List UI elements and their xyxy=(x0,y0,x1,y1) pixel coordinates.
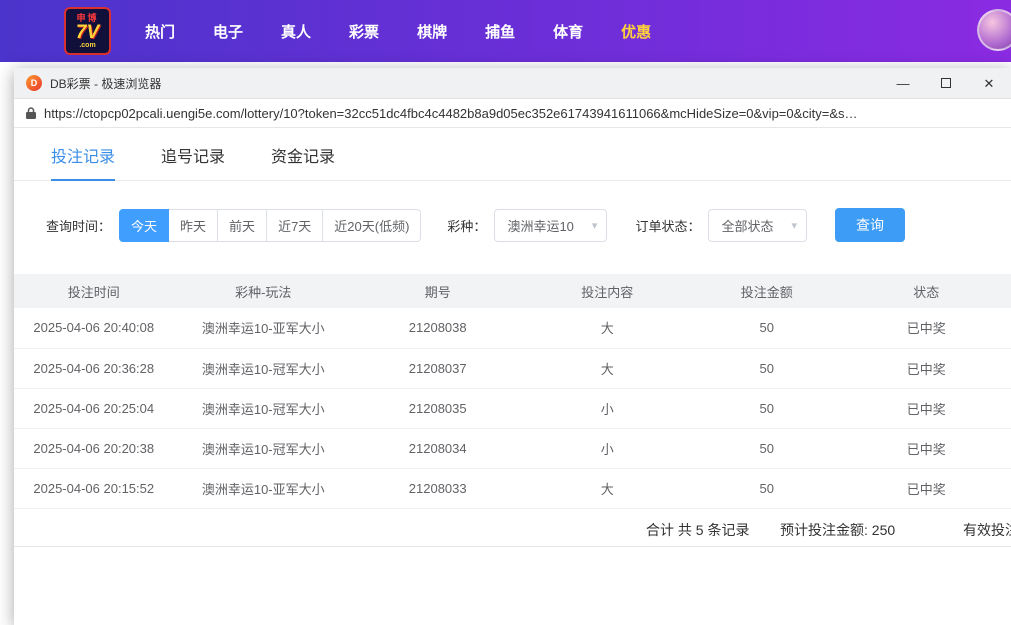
order-status-select[interactable]: 全部状态 ▾ xyxy=(708,209,807,242)
table-header-row: 投注时间 彩种-玩法 期号 投注内容 投注金额 状态 xyxy=(14,274,1011,308)
maximize-icon xyxy=(941,78,951,88)
cell-lottery-play: 澳洲幸运10-冠军大小 xyxy=(174,388,353,428)
time-filter-label: 查询时间： xyxy=(46,216,111,235)
col-header-bet-content: 投注内容 xyxy=(522,274,691,308)
nav-item-slots[interactable]: 电子 xyxy=(213,21,243,42)
status-badge: 已中奖 xyxy=(841,468,1011,508)
tab-fund-records[interactable]: 资金记录 xyxy=(271,143,335,180)
time-filter-day-before[interactable]: 前天 xyxy=(218,209,267,242)
logo-text-bottom: .com xyxy=(79,42,95,49)
table-row: 2025-04-06 20:25:04 澳洲幸运10-冠军大小 21208035… xyxy=(14,388,1011,428)
record-tabs: 投注记录 追号记录 资金记录 xyxy=(14,128,1011,181)
minimize-button[interactable]: — xyxy=(895,75,911,91)
table-row: 2025-04-06 20:20:38 澳洲幸运10-冠军大小 21208034… xyxy=(14,428,1011,468)
window-titlebar: D DB彩票 - 极速浏览器 — ✕ xyxy=(14,68,1011,99)
summary-valid-amount: 有效投注金额 xyxy=(963,520,1011,540)
cell-bet-content: 小 xyxy=(522,428,691,468)
nav-item-promotions[interactable]: 优惠 xyxy=(621,21,651,42)
window-controls: — ✕ xyxy=(895,75,997,91)
status-badge: 已中奖 xyxy=(841,348,1011,388)
col-header-status: 状态 xyxy=(841,274,1011,308)
lottery-select[interactable]: 澳洲幸运10 ▾ xyxy=(494,209,607,242)
cell-bet-time: 2025-04-06 20:25:04 xyxy=(14,388,174,428)
col-header-issue: 期号 xyxy=(353,274,522,308)
cell-bet-content: 大 xyxy=(522,308,691,348)
cell-bet-amount: 50 xyxy=(692,468,842,508)
nav-item-live[interactable]: 真人 xyxy=(281,21,311,42)
col-header-lottery-play: 彩种-玩法 xyxy=(174,274,353,308)
table-row: 2025-04-06 20:15:52 澳洲幸运10-亚军大小 21208033… xyxy=(14,468,1011,508)
cell-bet-amount: 50 xyxy=(692,388,842,428)
cell-issue: 21208034 xyxy=(353,428,522,468)
col-header-bet-amount: 投注金额 xyxy=(692,274,842,308)
time-filter-last20days[interactable]: 近20天(低频) xyxy=(323,209,421,242)
filter-bar: 查询时间： 今天 昨天 前天 近7天 近20天(低频) 彩种： 澳洲幸运10 ▾… xyxy=(46,208,1011,242)
cell-bet-time: 2025-04-06 20:20:38 xyxy=(14,428,174,468)
lock-icon xyxy=(25,106,37,120)
cell-lottery-play: 澳洲幸运10-冠军大小 xyxy=(174,428,353,468)
cell-bet-content: 大 xyxy=(522,348,691,388)
cell-issue: 21208037 xyxy=(353,348,522,388)
status-badge: 已中奖 xyxy=(841,308,1011,348)
cell-lottery-play: 澳洲幸运10-冠军大小 xyxy=(174,348,353,388)
nav-item-lottery[interactable]: 彩票 xyxy=(349,21,379,42)
main-nav: 热门 电子 真人 彩票 棋牌 捕鱼 体育 优惠 xyxy=(145,21,651,42)
lottery-select-value: 澳洲幸运10 xyxy=(507,216,573,235)
window-title: DB彩票 - 极速浏览器 xyxy=(50,75,895,92)
time-filter-yesterday[interactable]: 昨天 xyxy=(169,209,218,242)
status-badge: 已中奖 xyxy=(841,388,1011,428)
cell-bet-content: 小 xyxy=(522,388,691,428)
close-button[interactable]: ✕ xyxy=(981,75,997,91)
cell-bet-time: 2025-04-06 20:15:52 xyxy=(14,468,174,508)
status-badge: 已中奖 xyxy=(841,428,1011,468)
tab-chase-records[interactable]: 追号记录 xyxy=(161,143,225,180)
address-bar[interactable]: https://ctopcp02pcali.uengi5e.com/lotter… xyxy=(14,99,1011,128)
table-row: 2025-04-06 20:36:28 澳洲幸运10-冠军大小 21208037… xyxy=(14,348,1011,388)
summary-bar: 合计 共 5 条记录 预计投注金额: 250 有效投注金额 xyxy=(14,509,1011,547)
cell-issue: 21208035 xyxy=(353,388,522,428)
query-button[interactable]: 查询 xyxy=(835,208,905,242)
time-filter-last7days[interactable]: 近7天 xyxy=(267,209,323,242)
cell-bet-amount: 50 xyxy=(692,348,842,388)
cell-bet-amount: 50 xyxy=(692,308,842,348)
nav-item-board-games[interactable]: 棋牌 xyxy=(417,21,447,42)
time-filter-group: 今天 昨天 前天 近7天 近20天(低频) xyxy=(119,209,421,242)
cell-bet-time: 2025-04-06 20:36:28 xyxy=(14,348,174,388)
maximize-button[interactable] xyxy=(938,75,954,91)
url-text: https://ctopcp02pcali.uengi5e.com/lotter… xyxy=(44,106,858,121)
nav-item-sports[interactable]: 体育 xyxy=(553,21,583,42)
chevron-down-icon: ▾ xyxy=(592,219,598,232)
cell-bet-time: 2025-04-06 20:40:08 xyxy=(14,308,174,348)
cell-issue: 21208038 xyxy=(353,308,522,348)
chevron-down-icon: ▾ xyxy=(791,219,797,232)
cell-bet-amount: 50 xyxy=(692,428,842,468)
tab-bet-records[interactable]: 投注记录 xyxy=(51,143,115,181)
cell-lottery-play: 澳洲幸运10-亚军大小 xyxy=(174,308,353,348)
logo-text-main: 7V xyxy=(76,23,99,42)
avatar[interactable] xyxy=(977,9,1011,51)
browser-window: D DB彩票 - 极速浏览器 — ✕ https://ctopcp02pcali… xyxy=(14,68,1011,625)
summary-total-records: 合计 共 5 条记录 xyxy=(646,520,749,540)
cell-bet-content: 大 xyxy=(522,468,691,508)
time-filter-today[interactable]: 今天 xyxy=(119,209,169,242)
site-header: 申博 7V .com 热门 电子 真人 彩票 棋牌 捕鱼 体育 优惠 xyxy=(0,0,1011,62)
favicon-icon: D xyxy=(26,75,42,91)
cell-issue: 21208033 xyxy=(353,468,522,508)
order-status-label: 订单状态： xyxy=(635,216,700,235)
summary-expected-amount: 预计投注金额: 250 xyxy=(780,520,895,540)
col-header-bet-time: 投注时间 xyxy=(14,274,174,308)
order-status-value: 全部状态 xyxy=(721,216,773,235)
nav-item-fishing[interactable]: 捕鱼 xyxy=(485,21,515,42)
cell-lottery-play: 澳洲幸运10-亚军大小 xyxy=(174,468,353,508)
bet-records-table: 投注时间 彩种-玩法 期号 投注内容 投注金额 状态 2025-04-06 20… xyxy=(14,274,1011,509)
lottery-select-label: 彩种： xyxy=(447,216,486,235)
nav-item-hot[interactable]: 热门 xyxy=(145,21,175,42)
site-logo[interactable]: 申博 7V .com xyxy=(64,7,111,55)
table-row: 2025-04-06 20:40:08 澳洲幸运10-亚军大小 21208038… xyxy=(14,308,1011,348)
